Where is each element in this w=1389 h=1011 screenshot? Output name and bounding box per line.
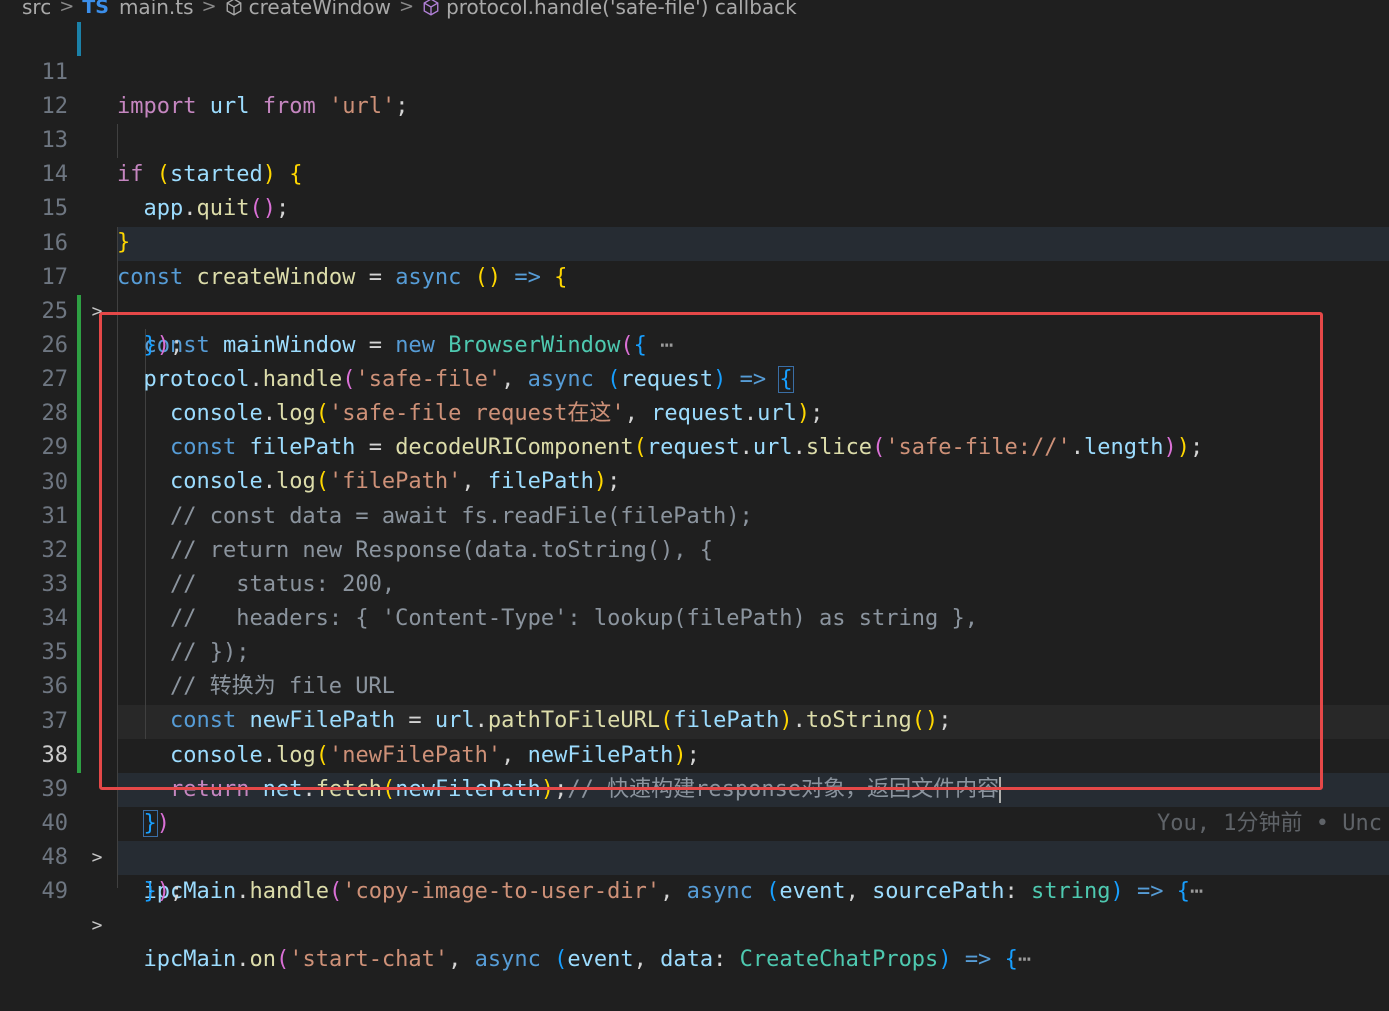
chevron-right-icon: > <box>201 0 217 17</box>
highlight-annotation-box <box>99 312 1323 790</box>
code-line[interactable]: 13 if (started) { <box>0 90 1389 187</box>
folded-ellipsis-icon: ⋯ <box>1190 879 1204 904</box>
folded-ellipsis-icon: ⋯ <box>1017 947 1032 972</box>
chevron-right-icon: > <box>398 0 415 17</box>
code-line[interactable]: 15 } <box>0 158 1389 255</box>
line-content: ipcMain.handle('copy-image-to-user-dir',… <box>143 879 1204 904</box>
chevron-right-icon: > <box>59 0 75 17</box>
line-content: ipcMain.on('start-chat', async (event, d… <box>143 947 1032 972</box>
breadcrumb-symbol-createwindow[interactable]: createWindow <box>249 0 391 17</box>
typescript-file-icon: TS <box>82 0 109 18</box>
line-number: 49 <box>41 879 69 904</box>
breadcrumb-folder[interactable]: src <box>22 0 51 17</box>
code-line[interactable]: 14 app.quit(); <box>0 124 1389 221</box>
code-line[interactable]: 11 import url from 'url'; <box>0 22 1389 119</box>
breadcrumb: src > TS main.ts > createWindow > protoc… <box>0 0 1389 19</box>
code-line[interactable]: 48 }); <box>0 807 1389 904</box>
method-symbol-icon <box>226 0 242 16</box>
code-line[interactable]: 12 <box>0 56 1389 119</box>
code-line[interactable]: 17 > const mainWindow = new BrowserWindo… <box>0 227 1389 358</box>
chevron-right-icon[interactable]: > <box>88 909 106 943</box>
code-line[interactable]: 25 }); <box>0 261 1389 358</box>
breadcrumb-file[interactable]: main.ts <box>119 0 194 17</box>
function-symbol-icon <box>423 0 439 16</box>
code-editor[interactable]: 11 import url from 'url'; 12 13 if (star… <box>0 22 1389 972</box>
code-line[interactable]: 16 const createWindow = async () => { <box>0 193 1389 290</box>
code-line[interactable]: 49 > ipcMain.on('start-chat', async (eve… <box>0 841 1389 972</box>
breadcrumb-symbol-callback[interactable]: protocol.handle('safe-file') callback <box>446 0 797 17</box>
line-content: }); <box>143 879 184 904</box>
